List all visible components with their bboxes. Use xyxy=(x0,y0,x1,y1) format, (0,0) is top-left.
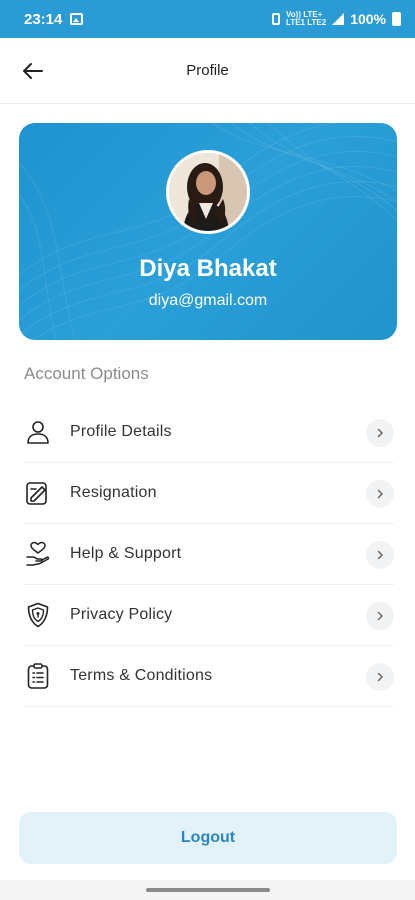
chevron-right-icon xyxy=(366,480,394,508)
avatar xyxy=(166,150,250,234)
account-options-heading: Account Options xyxy=(24,364,149,383)
back-arrow-icon[interactable] xyxy=(20,58,46,84)
battery-percent: 100% xyxy=(350,11,386,27)
edit-document-icon xyxy=(26,482,47,505)
chevron-right-icon xyxy=(366,541,394,569)
clipboard-list-icon xyxy=(27,663,49,689)
heart-hand-icon xyxy=(26,541,50,566)
gesture-handle[interactable] xyxy=(146,888,270,892)
app-bar: Profile xyxy=(0,38,415,104)
shield-icon xyxy=(27,602,49,628)
navigation-bar xyxy=(0,880,415,900)
logout-button[interactable]: Logout xyxy=(19,812,397,864)
status-bar: 23:14 Vo)) LTE+ LTE1 LTE2 100% xyxy=(0,0,415,38)
avatar-image xyxy=(169,153,247,231)
account-options-list: Profile Details Resignation Help & Suppo… xyxy=(24,402,394,707)
status-time: 23:14 xyxy=(24,10,63,28)
option-label: Privacy Policy xyxy=(70,606,173,623)
page-title: Profile xyxy=(186,62,229,79)
profile-name: Diya Bhakat xyxy=(139,255,277,282)
chevron-right-icon xyxy=(366,663,394,691)
chevron-right-icon xyxy=(366,419,394,447)
profile-card: Diya Bhakat diya@gmail.com xyxy=(19,123,397,340)
network-indicator: Vo)) LTE+ LTE1 LTE2 xyxy=(286,10,327,27)
option-resignation[interactable]: Resignation xyxy=(24,463,394,524)
option-help-support[interactable]: Help & Support xyxy=(24,524,394,585)
logout-label: Logout xyxy=(180,829,236,846)
option-label: Help & Support xyxy=(70,545,182,562)
option-label: Profile Details xyxy=(70,423,172,440)
battery-icon xyxy=(392,12,401,26)
signal-icon xyxy=(332,13,345,25)
option-label: Resignation xyxy=(70,484,157,501)
profile-email: diya@gmail.com xyxy=(148,292,268,309)
gallery-notification-icon xyxy=(70,13,84,25)
battery-saver-icon xyxy=(272,13,281,25)
chevron-right-icon xyxy=(366,602,394,630)
option-terms-conditions[interactable]: Terms & Conditions xyxy=(24,646,394,707)
option-profile-details[interactable]: Profile Details xyxy=(24,402,394,463)
option-privacy-policy[interactable]: Privacy Policy xyxy=(24,585,394,646)
user-icon xyxy=(27,421,49,444)
option-label: Terms & Conditions xyxy=(70,667,213,684)
